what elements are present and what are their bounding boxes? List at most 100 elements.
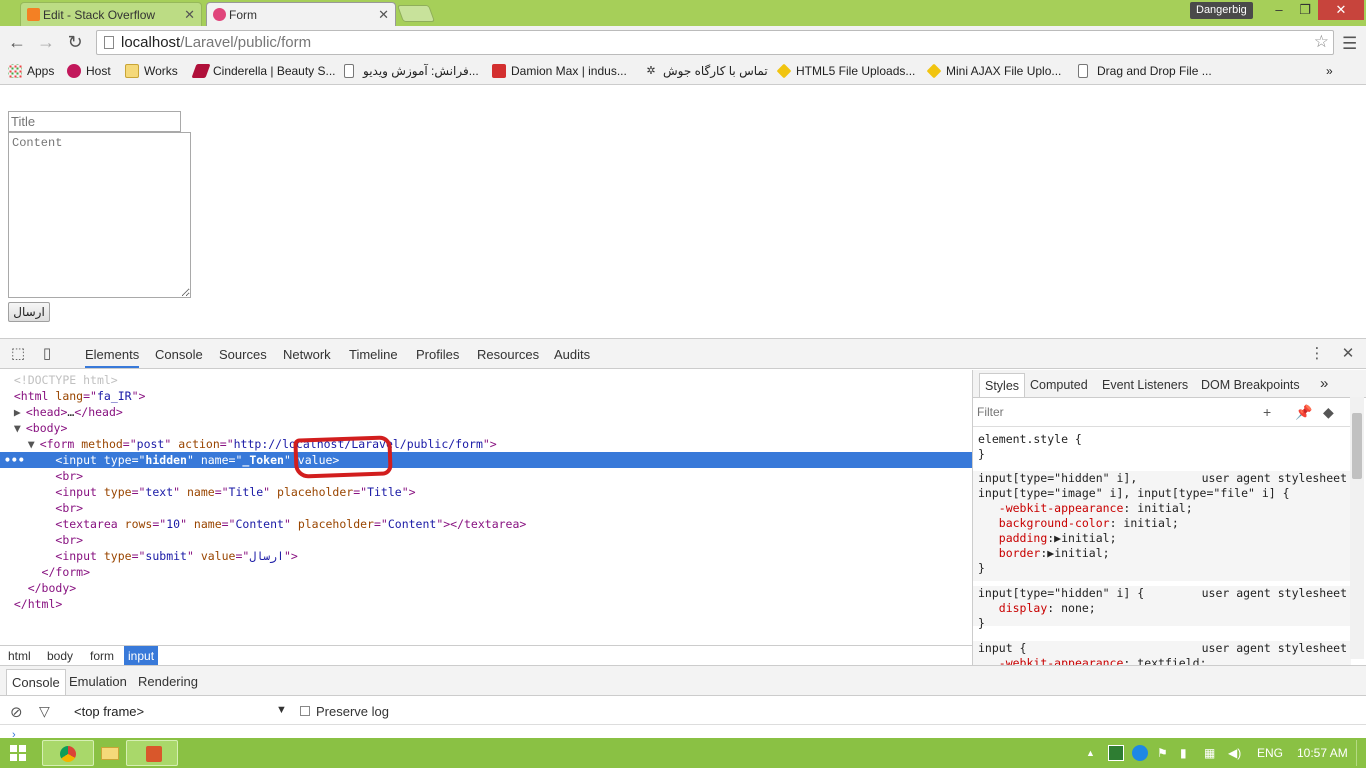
bookmark-drag-drop[interactable]: Drag and Drop File ... <box>1078 63 1212 79</box>
start-icon[interactable] <box>10 745 26 761</box>
pin-icon[interactable]: 📌 <box>1295 404 1312 421</box>
title-input[interactable] <box>8 111 181 132</box>
submit-button[interactable]: ارسال <box>8 302 50 322</box>
bookmark-works[interactable]: Works <box>125 63 178 79</box>
tab-console[interactable]: Console <box>155 347 203 362</box>
tab-computed[interactable]: Computed <box>1030 378 1088 392</box>
dom-line-submit-input[interactable]: <input type="submit" value="ارسال"> <box>0 548 972 564</box>
close-icon[interactable]: ✕ <box>184 7 195 23</box>
breadcrumb-body[interactable]: body <box>43 649 77 663</box>
clear-console-icon[interactable]: ⊘ <box>10 703 23 721</box>
back-icon[interactable]: ← <box>7 32 27 52</box>
preserve-log-checkbox[interactable] <box>300 706 310 716</box>
bookmark-persian-video[interactable]: فرانش: آموزش ویدیو... <box>344 63 479 79</box>
tab-timeline[interactable]: Timeline <box>349 347 398 362</box>
drawer-tab-console[interactable]: Console <box>6 669 66 695</box>
restore-button[interactable]: ❐ <box>1292 0 1318 20</box>
taskbar-app[interactable] <box>126 740 178 766</box>
network-icon[interactable]: ▦ <box>1204 746 1215 760</box>
dom-line-br[interactable]: <br> <box>0 500 972 516</box>
dom-line-form[interactable]: ▼ <form method="post" action="http://loca… <box>0 436 972 452</box>
rule-hidden[interactable]: user agent stylesheet input[type="hidden"… <box>973 586 1351 630</box>
breadcrumb-input[interactable]: input <box>124 646 159 666</box>
address-bar[interactable]: localhost/Laravel/public/form ☆ <box>96 30 1334 55</box>
frame-select[interactable]: <top frame> <box>74 704 144 719</box>
dom-line-body[interactable]: ▼ <body> <box>0 420 972 436</box>
tab-profiles[interactable]: Profiles <box>416 347 459 362</box>
tab-network[interactable]: Network <box>283 347 331 362</box>
rule-input[interactable]: user agent stylesheet input { -webkit-app… <box>973 641 1351 665</box>
dom-line-text-input[interactable]: <input type="text" name="Title" placehol… <box>0 484 972 500</box>
window-close-button[interactable]: ✕ <box>1318 0 1364 20</box>
star-icon[interactable]: ☆ <box>1314 32 1329 52</box>
dom-line-hidden-input[interactable]: ••• <input type="hidden" name="_Token" v… <box>0 452 972 468</box>
drawer-tab-emulation[interactable]: Emulation <box>69 674 127 689</box>
device-mode-icon[interactable]: ▯ <box>38 345 56 363</box>
bookmark-mini-ajax[interactable]: Mini AJAX File Uplo... <box>926 63 1061 79</box>
forward-icon[interactable]: → <box>36 32 56 52</box>
tray-app-icon[interactable] <box>1132 745 1148 761</box>
volume-icon[interactable]: ◀) <box>1228 746 1241 760</box>
rule-element-style[interactable]: element.style { } <box>973 432 1351 462</box>
dom-line-textarea[interactable]: <textarea rows="10" name="Content" place… <box>0 516 972 532</box>
tab-event-listeners[interactable]: Event Listeners <box>1102 378 1188 392</box>
tray-expand-icon[interactable]: ▲ <box>1086 748 1095 758</box>
bookmarks-overflow-button[interactable]: » <box>1326 63 1333 79</box>
tab-styles[interactable]: Styles <box>979 373 1026 397</box>
bookmark-welding[interactable]: ✲ تماس با کارگاه جوش <box>644 63 767 79</box>
ellipsis-icon[interactable]: ••• <box>4 452 25 468</box>
bookmark-apps[interactable]: Apps <box>8 63 54 79</box>
dom-line-head[interactable]: ▶ <head>…</head> <box>0 404 972 420</box>
tab-elements[interactable]: Elements <box>85 347 140 368</box>
styles-scrollbar[interactable] <box>1350 397 1364 659</box>
reload-icon[interactable]: ↻ <box>65 32 85 52</box>
tab-dom-breakpoints[interactable]: DOM Breakpoints <box>1201 378 1300 392</box>
dom-line-body-close[interactable]: </body> <box>0 580 972 596</box>
bookmark-damion-max[interactable]: Damion Max | indus... <box>492 63 627 79</box>
new-tab-button[interactable] <box>396 5 436 22</box>
tab-sources[interactable]: Sources <box>219 347 267 362</box>
textarea-placeholder-value: Content <box>387 517 437 531</box>
dom-line-br[interactable]: <br> <box>0 532 972 548</box>
url-text[interactable]: localhost/Laravel/public/form <box>121 34 311 51</box>
tab-edit-stack-overflow[interactable]: Edit - Stack Overflow ✕ <box>20 2 202 26</box>
tab-audits[interactable]: Audits <box>554 347 590 362</box>
profile-badge[interactable]: Dangerbig <box>1190 2 1253 19</box>
close-icon[interactable]: ✕ <box>378 7 389 23</box>
styles-filter-input[interactable] <box>977 405 1177 419</box>
tab-form[interactable]: Form ✕ <box>206 2 396 26</box>
more-options-icon[interactable]: ⋮ <box>1308 345 1326 363</box>
minimize-button[interactable]: – <box>1266 0 1292 20</box>
inspect-icon[interactable]: ⬚ <box>9 345 27 363</box>
breadcrumb-form[interactable]: form <box>86 649 118 663</box>
breadcrumb-html[interactable]: html <box>4 649 35 663</box>
language-indicator[interactable]: ENG <box>1257 746 1283 760</box>
more-tabs-icon[interactable]: » <box>1320 375 1328 392</box>
battery-icon[interactable]: ▮ <box>1180 746 1187 760</box>
dropdown-arrow-icon[interactable]: ▼ <box>276 704 287 716</box>
dom-line-html-close[interactable]: </html> <box>0 596 972 612</box>
tray-app-icon[interactable] <box>1108 745 1124 761</box>
bookmark-host[interactable]: Host <box>67 63 111 79</box>
content-textarea[interactable] <box>8 132 191 298</box>
tab-resources[interactable]: Resources <box>477 347 539 362</box>
dom-line-form-close[interactable]: </form> <box>0 564 972 580</box>
clock[interactable]: 10:57 AM <box>1297 746 1348 760</box>
bookmark-html5-uploads[interactable]: HTML5 File Uploads... <box>776 63 915 79</box>
drawer-tab-rendering[interactable]: Rendering <box>138 674 198 689</box>
dom-line-html[interactable]: <html lang="fa_IR"> <box>0 388 972 404</box>
devtools-close-icon[interactable]: ✕ <box>1339 345 1357 363</box>
dom-line-doctype[interactable]: <!DOCTYPE html> <box>0 372 972 388</box>
bookmark-cinderella[interactable]: Cinderella | Beauty S... <box>191 63 336 79</box>
scrollbar-thumb[interactable] <box>1352 413 1362 479</box>
flag-icon[interactable]: ⚑ <box>1157 746 1168 760</box>
form-method-value: post <box>136 437 165 451</box>
bookmarks-bar: Apps Host Works Cinderella | Beauty S...… <box>0 58 1366 85</box>
show-desktop-button[interactable] <box>1356 740 1364 766</box>
new-rule-icon[interactable]: + <box>1263 404 1271 420</box>
menu-icon[interactable]: ☰ <box>1342 34 1357 54</box>
color-format-icon[interactable]: ◆ <box>1323 404 1334 421</box>
rule-hidden-image-file[interactable]: user agent stylesheet input[type="hidden"… <box>973 471 1351 581</box>
dom-line-br[interactable]: <br> <box>0 468 972 484</box>
filter-icon[interactable]: ▽ <box>39 703 50 720</box>
